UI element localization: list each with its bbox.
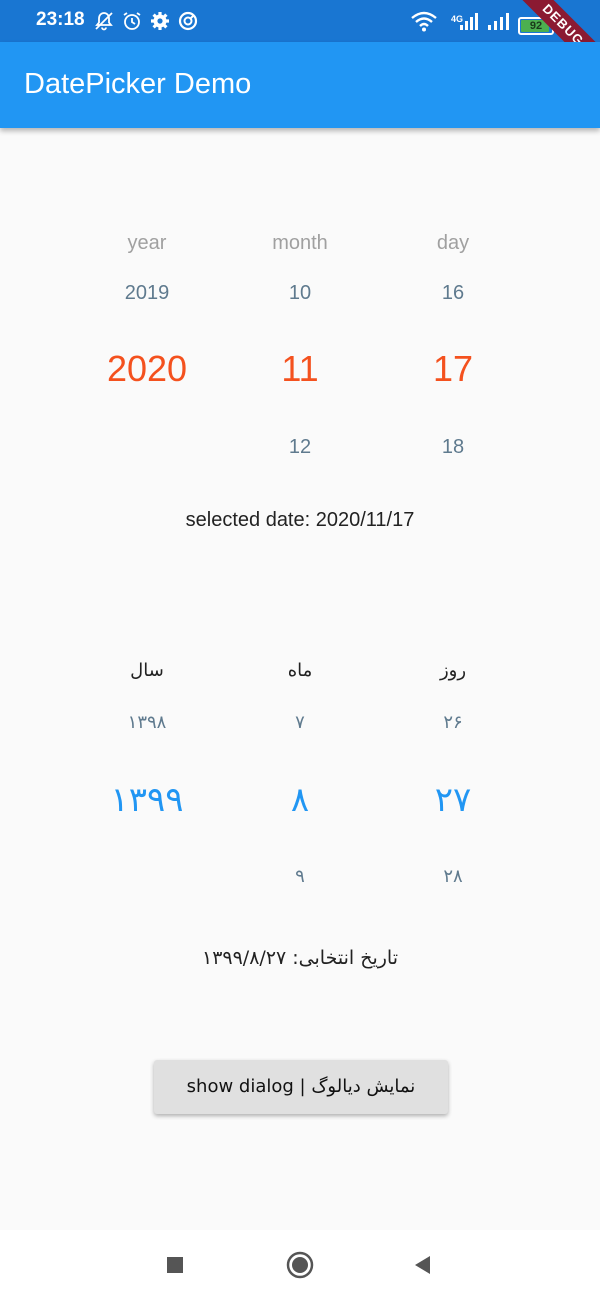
persian-day-next[interactable]: ۲۸ xyxy=(373,866,533,887)
status-time: 23:18 xyxy=(36,9,85,30)
wifi-icon xyxy=(411,11,437,32)
persian-month-next[interactable]: ۹ xyxy=(220,866,380,887)
persian-month-selected[interactable]: ۸ xyxy=(220,780,380,820)
persian-day-column[interactable]: روز ۲۶ ۲۷ ۲۸ xyxy=(373,650,533,910)
back-icon[interactable] xyxy=(408,1250,438,1280)
persian-month-header: ماه xyxy=(287,660,313,681)
app-title: DatePicker Demo xyxy=(24,68,252,100)
year-column[interactable]: year 2019 2020 xyxy=(67,220,227,480)
year-prev[interactable]: 2019 xyxy=(67,282,227,305)
month-column[interactable]: month 10 11 12 xyxy=(220,220,380,480)
persian-year-selected[interactable]: ۱۳۹۹ xyxy=(67,780,227,820)
alarm-icon xyxy=(123,12,141,30)
show-dialog-button[interactable]: نمایش دیالوگ | show dialog xyxy=(154,1060,448,1114)
navigation-bar xyxy=(0,1230,600,1300)
persian-day-prev[interactable]: ۲۶ xyxy=(373,712,533,733)
persian-date-picker[interactable]: سال ۱۳۹۸ ۱۳۹۹ ماه ۷ ۸ ۹ روز ۲۶ ۲۷ ۲۸ xyxy=(0,650,600,910)
persian-year-column[interactable]: سال ۱۳۹۸ ۱۳۹۹ xyxy=(67,650,227,910)
persian-day-selected[interactable]: ۲۷ xyxy=(373,780,533,820)
persian-selected-date: تاریخ انتخابی: ۱۳۹۹/۸/۲۷ xyxy=(201,947,398,969)
gregorian-date-picker[interactable]: year 2019 2020 month 10 11 12 day 16 17 … xyxy=(0,220,600,480)
app-bar: DatePicker Demo xyxy=(0,42,600,128)
notifications-off-icon xyxy=(95,12,113,31)
status-bar: 23:18 4G 92 xyxy=(0,0,600,42)
home-icon[interactable] xyxy=(285,1250,315,1280)
year-selected[interactable]: 2020 xyxy=(67,348,227,390)
persian-month-column[interactable]: ماه ۷ ۸ ۹ xyxy=(220,650,380,910)
data-saver-icon xyxy=(178,11,198,31)
day-next[interactable]: 18 xyxy=(373,436,533,459)
day-header: day xyxy=(436,232,470,254)
month-next[interactable]: 12 xyxy=(220,436,380,459)
month-header: month xyxy=(272,232,328,254)
settings-gear-icon xyxy=(151,12,169,30)
day-prev[interactable]: 16 xyxy=(373,282,533,305)
month-selected[interactable]: 11 xyxy=(220,348,380,390)
year-header: year xyxy=(127,232,167,254)
signal-4g-icon xyxy=(460,13,478,30)
persian-month-prev[interactable]: ۷ xyxy=(220,712,380,733)
persian-year-header: سال xyxy=(130,660,164,681)
day-selected[interactable]: 17 xyxy=(373,348,533,390)
recents-icon[interactable] xyxy=(160,1250,190,1280)
persian-year-prev[interactable]: ۱۳۹۸ xyxy=(67,712,227,733)
persian-day-header: روز xyxy=(439,660,467,681)
month-prev[interactable]: 10 xyxy=(220,282,380,305)
gregorian-selected-date: selected date: 2020/11/17 xyxy=(185,509,415,531)
day-column[interactable]: day 16 17 18 xyxy=(373,220,533,480)
signal-icon xyxy=(488,13,509,30)
